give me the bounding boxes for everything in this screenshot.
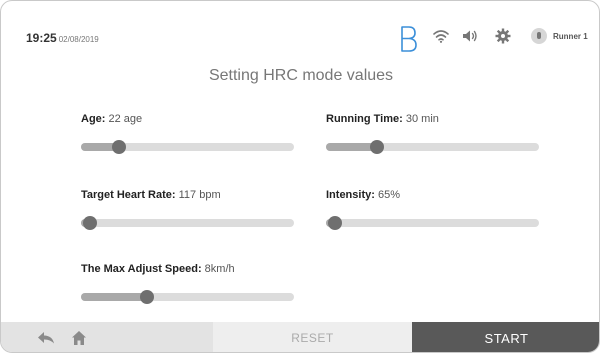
- setting-target-heart-rate-value: 117 bpm: [175, 189, 221, 201]
- slider-fill: [81, 293, 148, 301]
- setting-target-heart-rate-label: Target Heart Rate: 117 bpm: [81, 189, 296, 201]
- clock-date: 02/08/2019: [58, 35, 99, 44]
- start-button[interactable]: START: [412, 322, 599, 352]
- bottom-bar: RESET START: [1, 322, 599, 352]
- nav-area: [1, 322, 213, 352]
- back-icon[interactable]: [37, 331, 55, 345]
- clock-time: 19:25: [26, 31, 57, 45]
- setting-age-label: Age: 22 age: [81, 113, 296, 125]
- setting-intensity: Intensity: 65%: [326, 189, 541, 239]
- setting-target-heart-rate: Target Heart Rate: 117 bpm: [81, 189, 296, 239]
- setting-running-time-name: Running Time: [326, 113, 400, 125]
- clock: 19:25 02/08/2019: [26, 31, 99, 45]
- gear-icon[interactable]: [495, 28, 511, 44]
- slider-thumb[interactable]: [140, 290, 155, 304]
- slider-thumb[interactable]: [112, 140, 127, 154]
- user-profile[interactable]: Runner 1: [531, 28, 588, 44]
- slider-thumb[interactable]: [327, 216, 342, 230]
- setting-max-adjust-speed: The Max Adjust Speed: 8km/h: [81, 263, 296, 313]
- setting-running-time: Running Time: 30 min: [326, 113, 541, 163]
- setting-age: Age: 22 age: [81, 113, 296, 163]
- setting-max-adjust-speed-label: The Max Adjust Speed: 8km/h: [81, 263, 296, 275]
- setting-intensity-name: Intensity: [326, 189, 372, 201]
- slider-thumb[interactable]: [370, 140, 385, 154]
- slider-thumb[interactable]: [82, 216, 97, 230]
- user-name: Runner 1: [553, 31, 588, 41]
- bluetooth-icon[interactable]: [397, 24, 419, 54]
- wifi-icon[interactable]: [433, 29, 449, 43]
- reset-button[interactable]: RESET: [213, 322, 412, 352]
- setting-running-time-value: 30 min: [402, 113, 439, 125]
- setting-intensity-label: Intensity: 65%: [326, 189, 541, 201]
- running-time-slider[interactable]: [326, 140, 539, 154]
- setting-intensity-value: 65%: [374, 189, 400, 201]
- page-title: Setting HRC mode values: [208, 67, 394, 84]
- home-icon[interactable]: [71, 330, 87, 346]
- setting-target-heart-rate-name: Target Heart Rate: [81, 189, 172, 201]
- setting-age-name: Age: [81, 113, 102, 125]
- intensity-slider[interactable]: [326, 216, 539, 230]
- user-icon: [531, 28, 547, 44]
- screen-frame: 19:25 02/08/2019 Runner 1 Setting HRC mo…: [0, 0, 600, 353]
- target-heart-rate-slider[interactable]: [81, 216, 294, 230]
- volume-icon[interactable]: [462, 29, 478, 43]
- slider-track[interactable]: [81, 219, 294, 227]
- slider-track[interactable]: [326, 219, 539, 227]
- setting-age-value: 22 age: [105, 113, 143, 125]
- status-bar: 19:25 02/08/2019 Runner 1: [1, 1, 599, 63]
- max-adjust-speed-slider[interactable]: [81, 290, 294, 304]
- setting-max-adjust-speed-name: The Max Adjust Speed: [81, 263, 198, 275]
- age-slider[interactable]: [81, 140, 294, 154]
- setting-max-adjust-speed-value: 8km/h: [201, 263, 235, 275]
- setting-running-time-label: Running Time: 30 min: [326, 113, 541, 125]
